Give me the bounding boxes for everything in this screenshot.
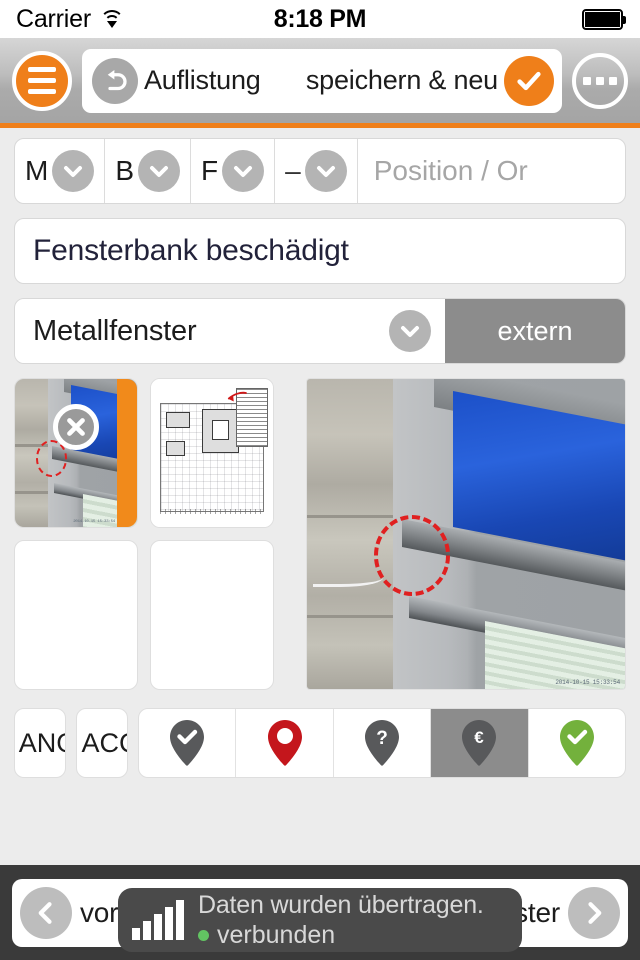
segment-dropdown-b[interactable]: B <box>105 139 192 203</box>
segment-dropdown-dash[interactable]: – <box>275 139 358 203</box>
segment-label-dash: – <box>285 155 301 186</box>
pin-check-gray-icon[interactable] <box>139 709 237 777</box>
form-content: M B F – Position / Or Fensterbank beschä… <box>0 128 640 778</box>
top-toolbar: Auflistung speichern & neu <box>0 38 640 128</box>
check-circle-icon[interactable] <box>504 55 554 106</box>
pin-euro-gray-icon[interactable]: € <box>431 709 529 777</box>
status-bar: Carrier 8:18 PM <box>0 0 640 38</box>
hamburger-menu-icon[interactable] <box>12 50 72 111</box>
location-segment-row: M B F – Position / Or <box>14 138 626 204</box>
signal-bars-icon <box>132 900 184 940</box>
extern-button-label: extern <box>497 315 573 346</box>
category-select-value: Metallfenster <box>33 314 197 347</box>
media-area: 2014-10-15 15:33:54 2014-10-15 15:33:54 <box>14 378 626 690</box>
toast-connection-label: verbunden <box>217 920 336 949</box>
photo-preview[interactable]: 2014-10-15 15:33:54 <box>306 378 626 690</box>
svg-text:€: € <box>475 728 485 747</box>
status-pin-toolbar: ANG ACC <box>14 708 626 778</box>
red-arrow-annotation <box>224 389 248 407</box>
segment-label-b: B <box>115 155 135 186</box>
battery-full-icon <box>582 8 626 30</box>
title-input[interactable]: Fensterbank beschädigt <box>14 218 626 284</box>
pin-group: ? € <box>138 708 626 778</box>
thumbnail-grid: 2014-10-15 15:33:54 <box>14 378 294 690</box>
chevron-down-icon <box>389 310 431 352</box>
status-dot <box>198 929 209 941</box>
close-circle-icon[interactable] <box>53 404 99 450</box>
mini-button-acc[interactable]: ACC <box>76 708 128 778</box>
position-placeholder: Position / Or <box>373 155 528 186</box>
toolbar-center-group: Auflistung speichern & neu <box>82 48 562 113</box>
segment-label-m: M <box>25 155 49 186</box>
mini-button-ang[interactable]: ANG <box>14 708 66 778</box>
more-options-icon[interactable] <box>572 52 628 109</box>
thumbnail-photo-1[interactable]: 2014-10-15 15:33:54 <box>14 378 138 528</box>
photo-timestamp: 2014-10-15 15:33:54 <box>73 520 115 524</box>
damage-annotation-circle <box>373 515 451 596</box>
extern-button[interactable]: extern <box>445 299 625 363</box>
segment-dropdown-f[interactable]: F <box>191 139 276 203</box>
category-select[interactable]: Metallfenster <box>15 299 445 363</box>
mini-button-ang-label: ANG <box>18 727 65 758</box>
position-input[interactable]: Position / Or <box>358 139 625 203</box>
chevron-left-circle-icon[interactable] <box>20 886 72 939</box>
pin-check-green-icon[interactable] <box>529 709 625 777</box>
segment-label-f: F <box>201 155 219 186</box>
title-input-value: Fensterbank beschädigt <box>33 234 349 267</box>
clock-label: 8:18 PM <box>273 4 367 33</box>
undo-arrow-icon[interactable] <box>92 57 138 104</box>
svg-text:?: ? <box>376 728 388 749</box>
sync-status-toast: Daten wurden übertragen. verbunden <box>118 888 522 952</box>
chevron-down-icon <box>138 150 181 192</box>
thumbnail-empty-3[interactable] <box>14 540 138 690</box>
toast-connection-row: verbunden <box>198 921 484 950</box>
pin-question-gray-icon[interactable]: ? <box>334 709 432 777</box>
app-screen: Carrier 8:18 PM Auflistung speichern & n… <box>0 0 640 960</box>
chevron-down-icon <box>52 150 95 192</box>
thumbnail-empty-4[interactable] <box>150 540 274 690</box>
chevron-down-icon <box>222 150 265 192</box>
toast-message: Daten wurden übertragen. <box>198 890 484 919</box>
thumbnail-floorplan-2[interactable] <box>150 378 274 528</box>
floorplan-artwork <box>151 379 273 527</box>
pin-open-red-icon[interactable] <box>236 709 334 777</box>
back-button-label[interactable]: Auflistung <box>144 65 261 96</box>
preview-timestamp: 2014-10-15 15:33:54 <box>555 679 620 686</box>
chevron-down-icon <box>304 150 347 192</box>
preview-photo-artwork: 2014-10-15 15:33:54 <box>307 379 625 689</box>
category-row: Metallfenster extern <box>14 298 626 364</box>
toast-text: Daten wurden übertragen. verbunden <box>198 891 484 950</box>
mini-button-acc-label: ACC <box>81 727 128 758</box>
segment-dropdown-m[interactable]: M <box>15 139 106 203</box>
save-new-label[interactable]: speichern & neu <box>306 65 498 96</box>
selected-indicator <box>117 379 137 527</box>
chevron-right-circle-icon[interactable] <box>568 886 620 939</box>
